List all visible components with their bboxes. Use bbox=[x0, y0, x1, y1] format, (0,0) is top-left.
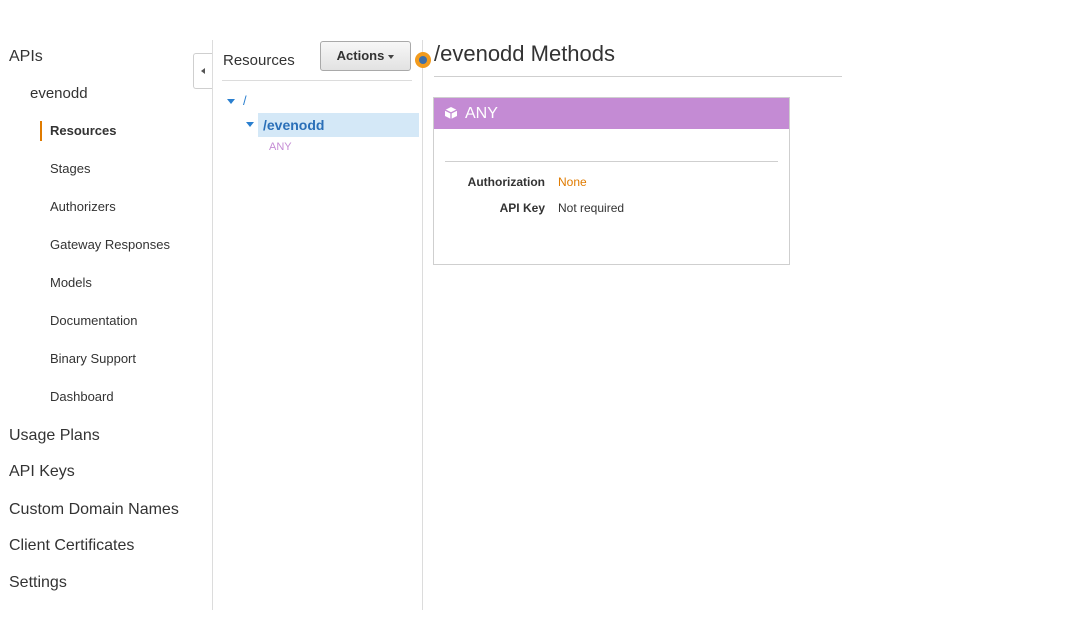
cube-icon bbox=[444, 107, 458, 119]
resources-panel-title: Resources bbox=[223, 52, 295, 69]
left-navigation: APIs evenodd Resources Stages Authorizer… bbox=[0, 0, 212, 610]
nav-item-stages[interactable]: Stages bbox=[50, 161, 90, 176]
nav-item-custom-domain-names[interactable]: Custom Domain Names bbox=[9, 501, 179, 519]
nav-item-apis[interactable]: APIs bbox=[9, 48, 43, 66]
resources-divider-vertical bbox=[422, 40, 423, 610]
nav-item-client-certificates[interactable]: Client Certificates bbox=[9, 537, 134, 555]
caret-down-icon bbox=[388, 54, 395, 59]
title-divider bbox=[434, 76, 842, 77]
nav-item-usage-plans[interactable]: Usage Plans bbox=[9, 427, 100, 445]
tree-item-evenodd-label: /evenodd bbox=[263, 117, 325, 133]
resources-divider bbox=[222, 80, 412, 81]
panel-resize-handle[interactable] bbox=[415, 52, 431, 68]
nav-item-dashboard[interactable]: Dashboard bbox=[50, 389, 114, 404]
api-key-value: Not required bbox=[558, 201, 625, 215]
tree-item-evenodd-selected[interactable]: /evenodd bbox=[258, 113, 419, 137]
method-card: ANY Authorization None API Key Not requi… bbox=[433, 97, 790, 265]
nav-item-documentation[interactable]: Documentation bbox=[50, 313, 137, 328]
nav-item-resources[interactable]: Resources bbox=[50, 123, 116, 138]
tree-item-root[interactable]: / bbox=[243, 93, 247, 108]
collapse-nav-button[interactable] bbox=[193, 53, 212, 89]
active-indicator bbox=[40, 121, 42, 141]
api-key-label: API Key bbox=[499, 201, 545, 215]
nav-divider bbox=[212, 40, 213, 610]
nav-item-models[interactable]: Models bbox=[50, 275, 92, 290]
tree-item-method-any[interactable]: ANY bbox=[269, 141, 292, 153]
method-card-header[interactable]: ANY bbox=[434, 98, 789, 129]
method-card-divider bbox=[445, 161, 778, 162]
nav-item-authorizers[interactable]: Authorizers bbox=[50, 199, 116, 214]
page-title: /evenodd Methods bbox=[434, 41, 616, 66]
resize-handle-dot-icon bbox=[419, 56, 427, 64]
method-card-title: ANY bbox=[465, 105, 498, 122]
authorization-value: None bbox=[558, 175, 587, 189]
actions-label: Actions bbox=[336, 48, 385, 63]
nav-item-api-evenodd[interactable]: evenodd bbox=[30, 85, 88, 102]
actions-dropdown-button[interactable]: Actions bbox=[320, 41, 411, 71]
tree-expand-evenodd-icon[interactable] bbox=[246, 122, 254, 127]
nav-item-gateway-responses[interactable]: Gateway Responses bbox=[50, 237, 170, 252]
authorization-label: Authorization bbox=[467, 175, 545, 189]
nav-item-api-keys[interactable]: API Keys bbox=[9, 463, 75, 481]
chevron-left-icon bbox=[201, 68, 205, 74]
tree-expand-root-icon[interactable] bbox=[227, 99, 235, 104]
nav-item-binary-support[interactable]: Binary Support bbox=[50, 351, 136, 366]
nav-item-settings[interactable]: Settings bbox=[9, 574, 67, 592]
